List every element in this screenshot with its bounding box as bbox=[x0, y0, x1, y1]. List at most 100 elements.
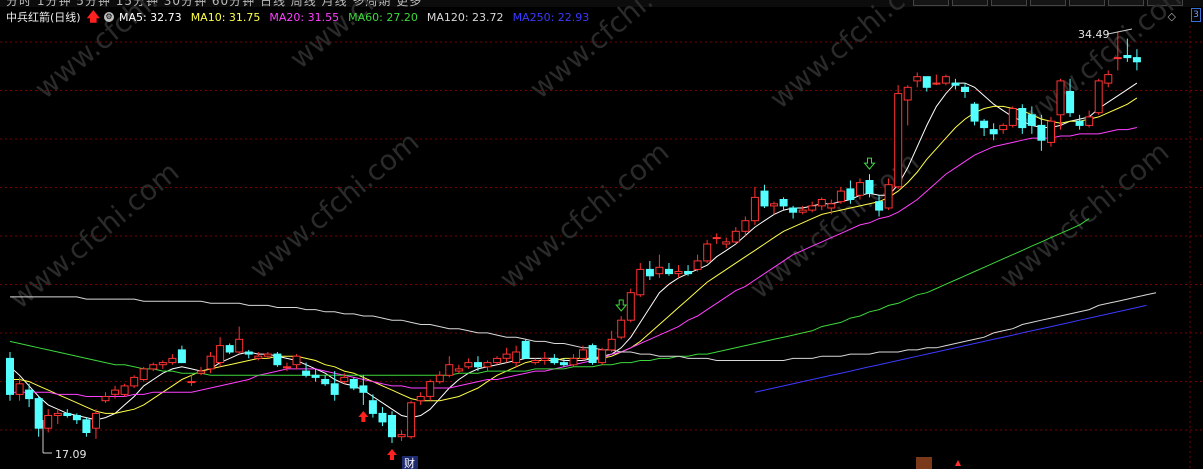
candle-down bbox=[63, 412, 72, 416]
candle-up bbox=[435, 374, 444, 383]
candle-up bbox=[884, 184, 893, 209]
candle-up bbox=[111, 389, 120, 395]
settings-icon[interactable]: ⚙ bbox=[103, 12, 114, 22]
candle-down bbox=[388, 415, 396, 438]
candle-up bbox=[913, 76, 922, 82]
candle-up bbox=[53, 412, 62, 416]
event-up-icon[interactable] bbox=[955, 460, 961, 466]
candle-up bbox=[292, 355, 301, 366]
indicator-legend: 中兵红箭(日线) 🡅 ⚙ MA5: 32.73 MA10: 31.75 MA20: … bbox=[0, 9, 1160, 25]
candle-up bbox=[493, 357, 502, 364]
diamond-icon[interactable]: ◇ bbox=[1168, 10, 1176, 23]
candle-up bbox=[636, 268, 645, 296]
candle-up bbox=[130, 376, 139, 387]
candle-up bbox=[216, 345, 225, 364]
candle-up bbox=[817, 199, 826, 207]
candle-up bbox=[235, 338, 244, 353]
candle-up bbox=[731, 230, 740, 243]
candle-down bbox=[6, 357, 14, 395]
candle-down bbox=[846, 188, 855, 200]
candle-down bbox=[368, 400, 377, 414]
candle-up bbox=[894, 93, 903, 188]
ma-legend-ma5: MA5: 32.73 bbox=[118, 10, 182, 24]
candle-up bbox=[674, 271, 683, 275]
buy-arrow-icon bbox=[387, 449, 397, 461]
candle-up bbox=[483, 362, 492, 368]
candle-down bbox=[980, 120, 989, 129]
candle-down bbox=[321, 379, 330, 385]
watermark-text: www.cfchi.com bbox=[993, 135, 1175, 295]
candle-up bbox=[101, 396, 110, 402]
candle-up bbox=[770, 203, 778, 207]
candle-up bbox=[340, 376, 349, 383]
candle-up bbox=[798, 209, 807, 213]
candle-up bbox=[579, 349, 587, 359]
candle-down bbox=[1027, 114, 1036, 126]
candle-up bbox=[206, 355, 215, 370]
ma-line-ma250 bbox=[754, 304, 1147, 393]
buy-arrow-icon bbox=[358, 410, 369, 422]
candle-up bbox=[693, 260, 702, 270]
signal-down-arrow-icon bbox=[863, 157, 876, 170]
candle-down bbox=[273, 353, 282, 366]
candle-down bbox=[875, 201, 884, 211]
candle-down bbox=[244, 351, 253, 355]
candle-down bbox=[951, 82, 960, 86]
stock-title: 中兵红箭(日线) bbox=[6, 11, 81, 24]
candle-down bbox=[1075, 120, 1084, 126]
ma-legend-ma10: MA10: 31.75 bbox=[190, 10, 261, 24]
candle-up bbox=[999, 124, 1008, 131]
candle-up bbox=[626, 292, 635, 321]
up-arrow-icon: 🡅 bbox=[86, 9, 100, 25]
candle-up bbox=[1094, 80, 1103, 114]
candle-up bbox=[836, 190, 845, 203]
candle-up bbox=[598, 349, 607, 364]
candle-down bbox=[970, 103, 979, 122]
candle-up bbox=[454, 368, 463, 372]
candle-up bbox=[187, 381, 196, 384]
watermark-layer: www.cfchi.com www.cfchi.com www.cfchi.com w… bbox=[3, 0, 1195, 315]
candle-up bbox=[856, 182, 864, 196]
side-panel-toggle-icon[interactable]: 3 bbox=[1191, 8, 1201, 22]
candle-down bbox=[1037, 124, 1046, 141]
ma-legend-ma120: MA120: 23.72 bbox=[426, 10, 504, 24]
candle-up bbox=[607, 338, 616, 351]
candle-up bbox=[569, 357, 578, 366]
candle-down bbox=[645, 268, 654, 277]
candle-down bbox=[25, 389, 34, 400]
candle-down bbox=[330, 383, 339, 395]
candle-up bbox=[932, 82, 941, 85]
candle-up bbox=[149, 364, 158, 370]
candle-up bbox=[263, 353, 272, 357]
candle-up bbox=[15, 383, 24, 395]
candle-down bbox=[922, 76, 931, 88]
candle-down bbox=[961, 86, 969, 93]
ma-legend-items: MA5: 32.73 MA10: 31.75 MA20: 31.55 MA60: 27… bbox=[119, 11, 598, 24]
candle-up bbox=[464, 362, 473, 368]
candle-down bbox=[311, 374, 320, 378]
candle-down bbox=[684, 271, 693, 275]
candle-down bbox=[989, 129, 998, 135]
candle-up bbox=[44, 415, 53, 429]
kline-chart[interactable]: www.cfchi.com www.cfchi.com www.cfchi.com w… bbox=[0, 0, 1203, 469]
candle-down bbox=[378, 412, 387, 423]
candle-down bbox=[82, 419, 91, 433]
candle-up bbox=[1085, 116, 1094, 126]
price-annotations: 34.49 17.09 财 bbox=[42, 28, 1133, 469]
low-price-label: 17.09 bbox=[55, 448, 87, 461]
candle-up bbox=[158, 362, 167, 366]
candle-down bbox=[34, 398, 43, 429]
candle-down bbox=[665, 268, 673, 275]
ma-legend-ma20: MA20: 31.55 bbox=[269, 10, 340, 24]
event-marker[interactable] bbox=[916, 457, 932, 469]
candle-up bbox=[617, 319, 626, 338]
candle-up bbox=[426, 381, 435, 397]
candle-up bbox=[1056, 80, 1065, 116]
candle-down bbox=[359, 385, 368, 393]
candle-up bbox=[445, 364, 454, 376]
candle-up bbox=[722, 241, 731, 245]
candle-up bbox=[750, 196, 759, 222]
candle-up bbox=[1047, 120, 1055, 143]
candle-up bbox=[1113, 57, 1122, 60]
finance-marker[interactable]: 财 bbox=[404, 456, 415, 469]
